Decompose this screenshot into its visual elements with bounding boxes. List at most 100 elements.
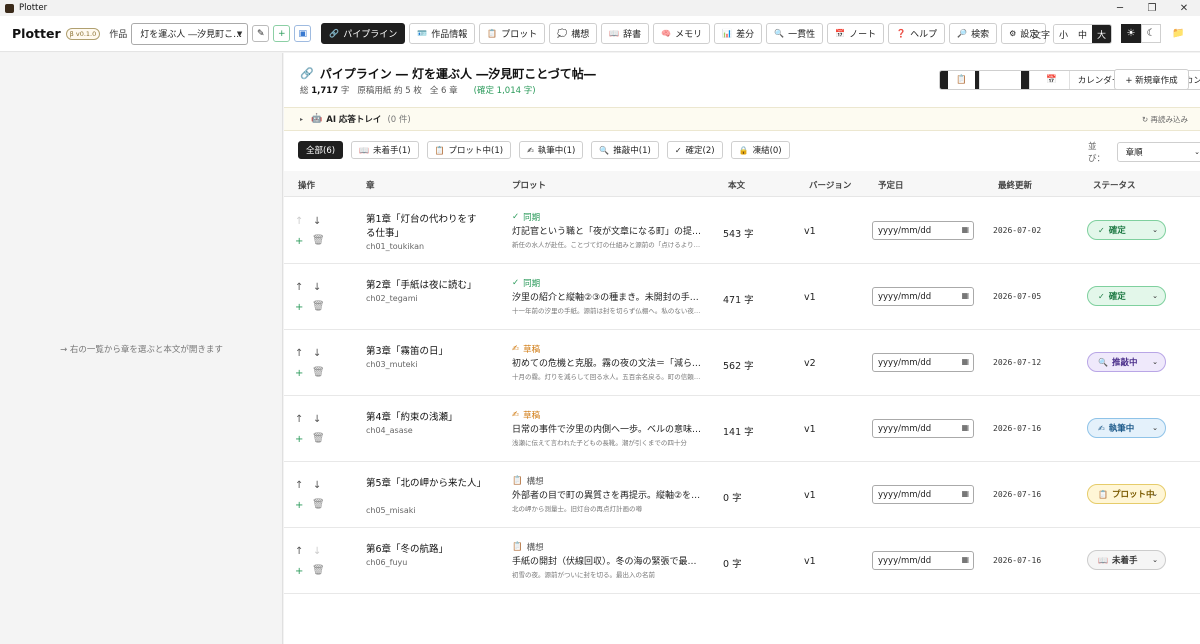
trash-icon[interactable]: 🗑 — [312, 235, 325, 246]
sun-icon[interactable]: ☀ — [1121, 24, 1141, 43]
font-size-control: 文字 小中大 — [1032, 24, 1113, 44]
filter-chip-6[interactable]: 🔒 凍結(0) — [730, 141, 790, 159]
status-select[interactable]: ✓ 確定 ⌄ — [1087, 286, 1166, 306]
nav-tab-7[interactable]: 🔍 一貫性 — [766, 23, 824, 44]
move-up-button[interactable]: ↑ — [295, 348, 303, 359]
add-chapter-icon[interactable]: + — [295, 500, 303, 511]
move-down-button[interactable]: ↓ — [313, 282, 321, 293]
work-select-value: 灯を運ぶ人 ―汐見町こ… — [140, 30, 243, 40]
folder-icon[interactable]: 📁 — [1172, 28, 1184, 39]
trash-icon[interactable]: 🗑 — [312, 301, 325, 312]
move-up-button[interactable]: ↑ — [295, 216, 303, 227]
minimize-button[interactable]: ─ — [1104, 0, 1136, 16]
add-chapter-icon[interactable]: + — [295, 566, 303, 577]
ai-response-tray[interactable]: ▸ 🤖 AI 応答トレイ (0 件) ↻ 再読み込み — [284, 107, 1200, 131]
plot-status: ✍ 草稿 — [512, 343, 540, 355]
plot-summary[interactable]: 外部者の目で町の異質さを再提示。縦軸②を1滴 — [512, 488, 702, 501]
nav-tab-6[interactable]: 📊 差分 — [714, 23, 763, 44]
table-header: 操作 章 プロット 本文 バージョン 予定日 最終更新 ステータス — [284, 171, 1200, 197]
font-size-option-1[interactable]: 中 — [1073, 25, 1093, 43]
status-select[interactable]: ✓ 確定 ⌄ — [1087, 220, 1166, 240]
chapter-title[interactable]: 第1章「灯台の代わりをする仕事」 — [366, 213, 486, 241]
move-down-button[interactable]: ↓ — [313, 216, 321, 227]
chevron-down-icon: ⌄ — [1152, 226, 1158, 234]
nav-tab-9[interactable]: ❓ ヘルプ — [888, 23, 946, 44]
nav-tab-10[interactable]: 🔎 検索 — [949, 23, 998, 44]
calendar-icon[interactable]: ▦ — [961, 225, 969, 234]
calendar-icon[interactable]: ▦ — [961, 291, 969, 300]
move-up-button[interactable]: ↑ — [295, 546, 303, 557]
nav-tab-8[interactable]: 📅 ノート — [827, 23, 885, 44]
move-down-button[interactable]: ↓ — [313, 480, 321, 491]
plot-summary[interactable]: 手紙の開封（伏線回収）。冬の海の緊張で最終… — [512, 554, 702, 567]
filter-chip-3[interactable]: ✍ 執筆中(1) — [519, 141, 584, 159]
trash-icon[interactable]: 🗑 — [312, 499, 325, 510]
filter-chip-1[interactable]: 📖 未着手(1) — [351, 141, 419, 159]
move-up-button[interactable]: ↑ — [295, 480, 303, 491]
filter-chip-2[interactable]: 📋 プロット中(1) — [426, 141, 512, 159]
due-date-input[interactable]: yyyy/mm/dd ▦ — [872, 287, 974, 306]
trash-icon[interactable]: 🗑 — [312, 367, 325, 378]
plot-summary[interactable]: 汐里の紹介と縦軸②③の種まき。未開封の手紙を… — [512, 290, 702, 303]
close-button[interactable]: ✕ — [1168, 0, 1200, 16]
calendar-icon[interactable]: ▦ — [961, 423, 969, 432]
calendar-icon[interactable]: ▦ — [961, 489, 969, 498]
chapter-title[interactable]: 第6章「冬の航路」 — [366, 543, 486, 557]
due-date-input[interactable]: yyyy/mm/dd ▦ — [872, 353, 974, 372]
calendar-icon[interactable]: ▦ — [961, 357, 969, 366]
trash-icon[interactable]: 🗑 — [312, 565, 325, 576]
add-chapter-icon[interactable]: + — [295, 302, 303, 313]
filter-chip-4[interactable]: 🔍 推敲中(1) — [591, 141, 659, 159]
nav-tab-5[interactable]: 🧠 メモリ — [653, 23, 711, 44]
calendar-icon[interactable]: ▦ — [961, 555, 969, 564]
nav-tab-4[interactable]: 📖 辞書 — [601, 23, 650, 44]
due-date-input[interactable]: yyyy/mm/dd ▦ — [872, 221, 974, 240]
font-size-option-0[interactable]: 小 — [1054, 25, 1074, 43]
status-select[interactable]: 🔍 推敲中 ⌄ — [1087, 352, 1166, 372]
add-work-button[interactable]: + — [273, 25, 291, 42]
add-chapter-icon[interactable]: + — [295, 434, 303, 445]
due-date-input[interactable]: yyyy/mm/dd ▦ — [872, 485, 974, 504]
move-down-button[interactable]: ↓ — [313, 546, 321, 557]
filter-chip-0[interactable]: 全部(6) — [298, 141, 344, 159]
plot-summary[interactable]: 日常の事件で汐里の内側へ一歩。ベルの意味に触… — [512, 422, 702, 435]
due-date-input[interactable]: yyyy/mm/dd ▦ — [872, 551, 974, 570]
font-size-option-2[interactable]: 大 — [1092, 25, 1112, 43]
chapter-title[interactable]: 第5章「北の岬から来た人」 — [366, 477, 486, 491]
new-chapter-button[interactable]: + 新規章作成 — [1114, 69, 1189, 90]
nav-tab-2[interactable]: 📋 プロット — [479, 23, 546, 44]
status-select[interactable]: ✍ 執筆中 ⌄ — [1087, 418, 1166, 438]
work-select[interactable]: 灯を運ぶ人 ―汐見町こ… ▼ — [131, 22, 249, 45]
nav-icon: 🧠 — [661, 29, 672, 38]
save-work-button[interactable]: ▣ — [294, 25, 312, 42]
reload-button[interactable]: ↻ 再読み込み — [1142, 114, 1188, 125]
col-plot: プロット — [512, 181, 547, 191]
add-chapter-icon[interactable]: + — [295, 368, 303, 379]
sort-select[interactable]: 章順 ⌄ — [1116, 142, 1200, 162]
move-down-button[interactable]: ↓ — [313, 414, 321, 425]
edit-work-button[interactable]: ✎ — [252, 25, 270, 42]
filter-chip-5[interactable]: ✓ 確定(2) — [666, 141, 723, 159]
maximize-button[interactable]: ❐ — [1136, 0, 1168, 16]
plot-summary[interactable]: 初めての危機と克服。霧の夜の文法＝「減らす」で源… — [512, 356, 702, 369]
status-select[interactable]: 📖 未着手 ⌄ — [1087, 550, 1166, 570]
move-up-button[interactable]: ↑ — [295, 414, 303, 425]
move-down-button[interactable]: ↓ — [313, 348, 321, 359]
nav-icon: 🔎 — [957, 29, 968, 38]
nav-tab-0[interactable]: 🔗 パイプライン — [321, 23, 406, 44]
nav-tab-1[interactable]: 🪪 作品情報 — [409, 23, 476, 44]
plot-summary[interactable]: 灯記官という職と「夜が文章になる町」の提示。源前… — [512, 224, 702, 237]
nav-tab-3[interactable]: 💭 構想 — [549, 23, 598, 44]
due-date-input[interactable]: yyyy/mm/dd ▦ — [872, 419, 974, 438]
moon-icon[interactable]: ☾ — [1141, 24, 1161, 43]
expand-arrow-icon[interactable]: ▸ — [300, 116, 303, 123]
trash-icon[interactable]: 🗑 — [312, 433, 325, 444]
add-chapter-icon[interactable]: + — [295, 236, 303, 247]
view-option-0[interactable]: 📋 リスト — [940, 71, 1030, 89]
move-up-button[interactable]: ↑ — [295, 282, 303, 293]
chapter-title[interactable]: 第4章「約束の浅瀬」 — [366, 411, 486, 425]
plot-status-icon: ✍ — [512, 410, 520, 420]
chapter-title[interactable]: 第2章「手紙は夜に読む」 — [366, 279, 486, 293]
status-select[interactable]: 📋 プロット中 ⌄ — [1087, 484, 1166, 504]
chapter-title[interactable]: 第3章「霧笛の日」 — [366, 345, 486, 359]
